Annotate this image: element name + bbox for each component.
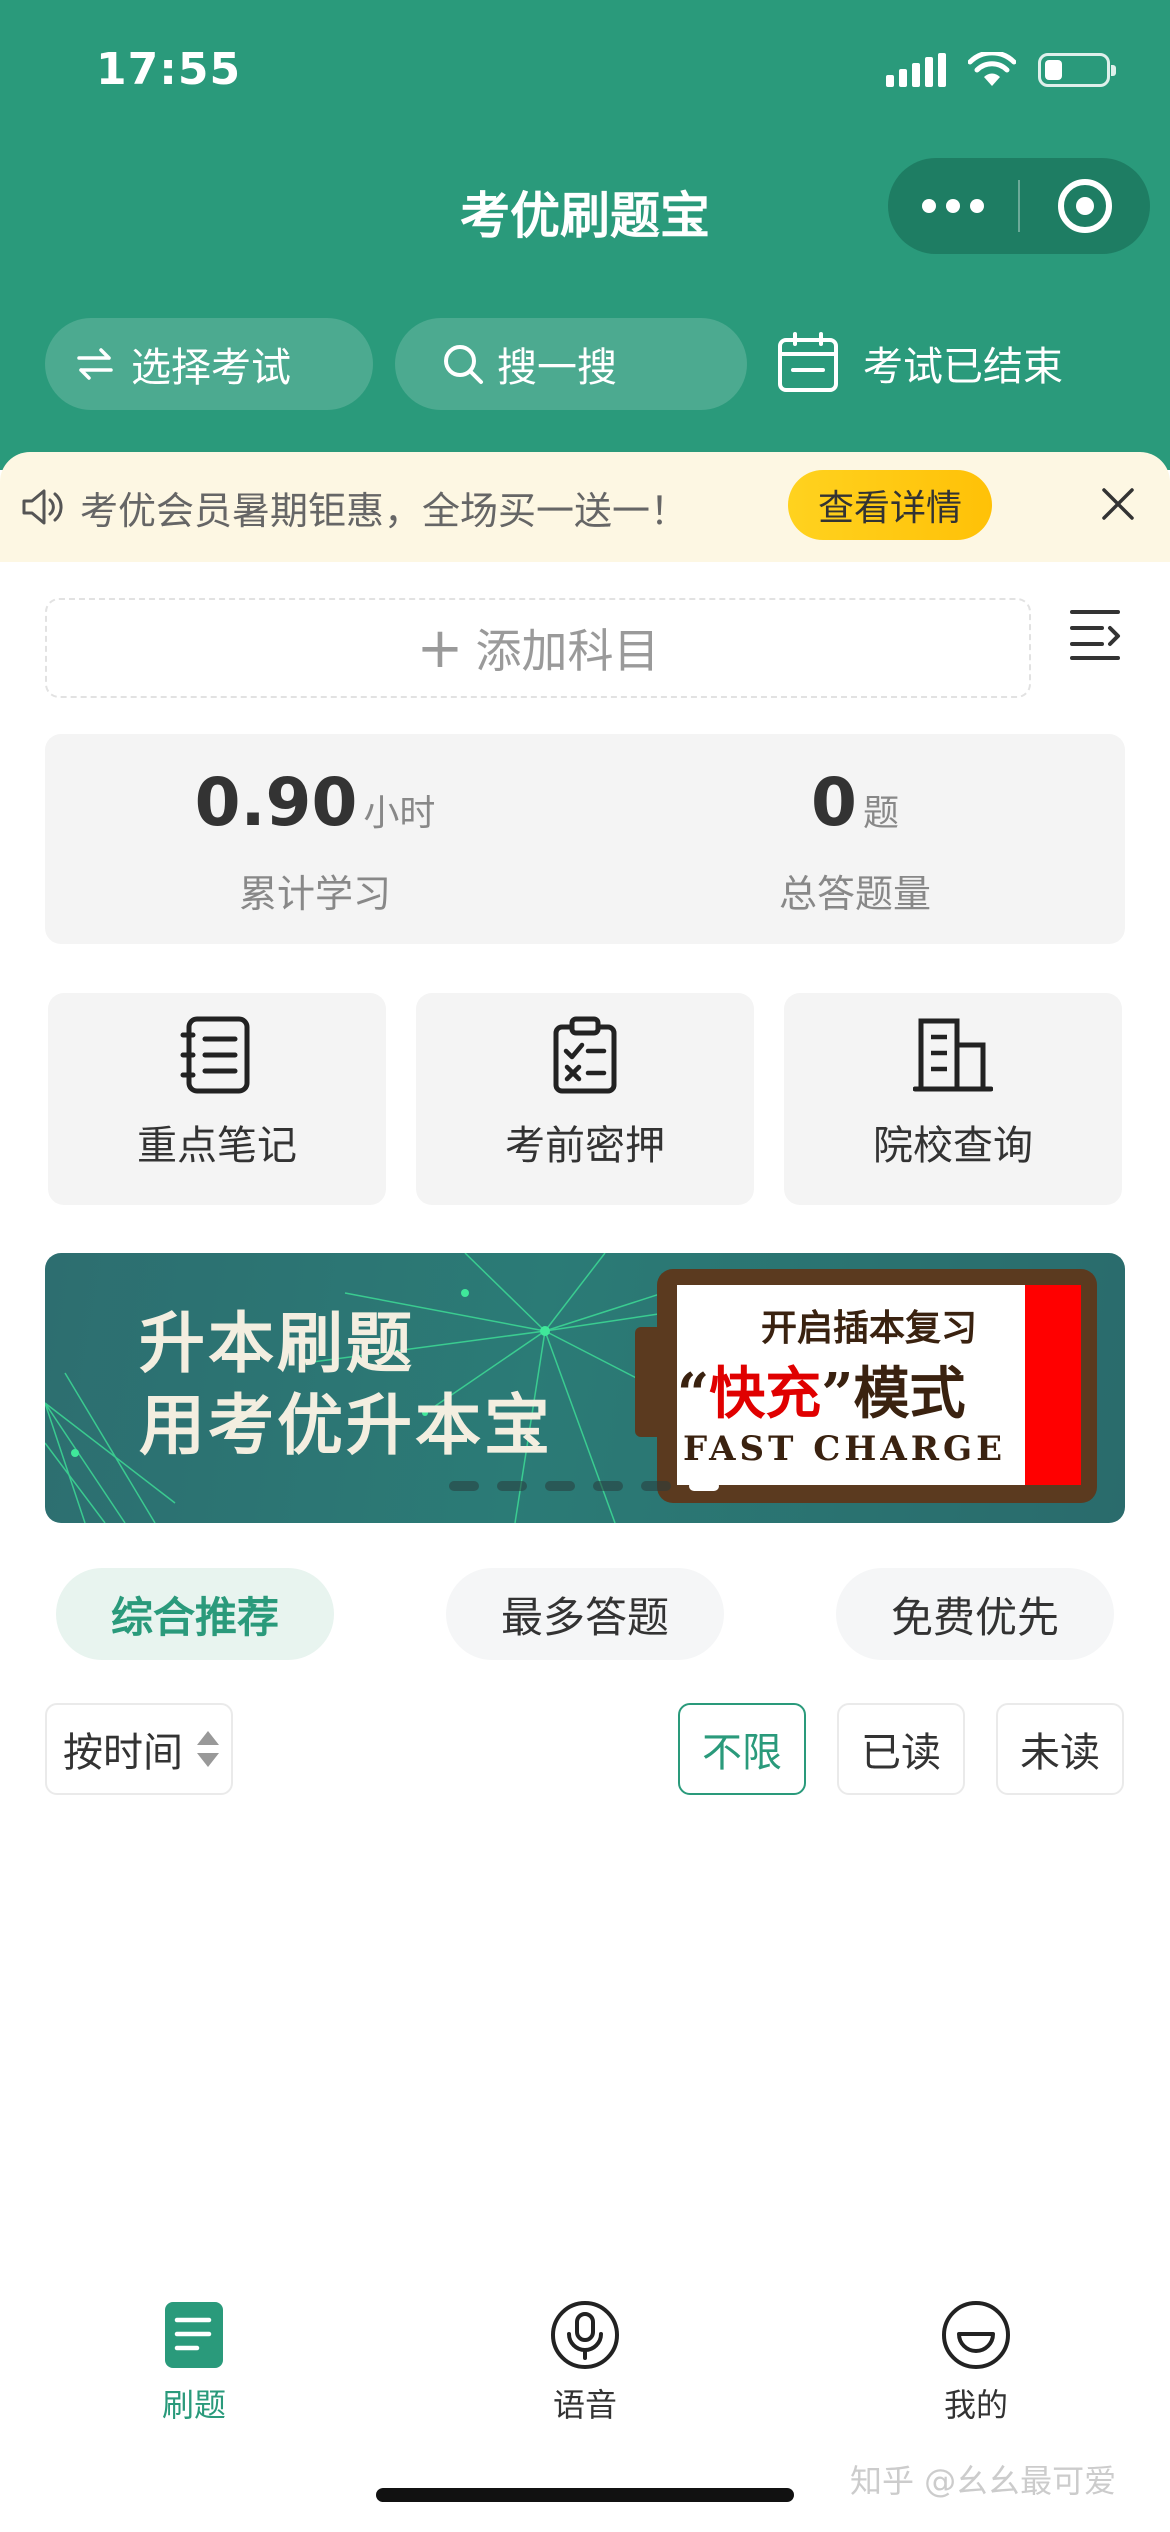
watermark: 知乎 @幺幺最可爱: [850, 2462, 1117, 2500]
exam-status-label: 考试已结束: [863, 344, 1063, 390]
stat-study-time[interactable]: 0.90 小时 累计学习: [45, 734, 585, 944]
carousel-dot-active[interactable]: [689, 1481, 719, 1491]
tab-most-answered[interactable]: 最多答题: [446, 1568, 724, 1660]
tab-label: 语音: [552, 2386, 617, 2424]
tab-label: 刷题: [161, 2386, 226, 2424]
tab-voice[interactable]: 语音: [485, 2300, 685, 2426]
filter-all[interactable]: 不限: [678, 1703, 806, 1795]
notice-bar: 考优会员暑期钜惠，全场买一送一！ 查看详情: [0, 452, 1170, 562]
promo-banner[interactable]: 升本刷题 用考优升本宝 开启插本复习 “快充”模式 FAST CHARGE: [45, 1253, 1125, 1523]
banner-card-mid: “快充”模式: [677, 1349, 965, 1430]
tab-label: 我的: [943, 2386, 1008, 2424]
carousel-dot[interactable]: [449, 1481, 479, 1491]
carousel-dot[interactable]: [545, 1481, 575, 1491]
checklist-icon: [553, 1016, 617, 1094]
search-icon: [444, 345, 483, 384]
carousel-dot[interactable]: [497, 1481, 527, 1491]
sort-label: 按时间: [63, 1730, 183, 1776]
quote-close: ”: [821, 1361, 854, 1427]
stat-unit: 小时: [363, 793, 436, 834]
header: 17:55 考优刷题宝 选择考试 搜一搜 考试已结束: [0, 0, 1170, 470]
notice-detail-button[interactable]: 查看详情: [788, 470, 992, 540]
close-miniprogram-icon[interactable]: [1020, 179, 1150, 233]
stat-value: 0: [811, 764, 857, 841]
quick-action-notes[interactable]: 重点笔记: [48, 993, 386, 1205]
tab-practice[interactable]: 刷题: [94, 2300, 294, 2426]
signal-icon: [886, 53, 946, 87]
microphone-icon: [551, 2301, 619, 2369]
mini-program-capsule: [888, 158, 1150, 254]
quick-action-exam-tips[interactable]: 考前密押: [416, 993, 754, 1205]
quick-action-label: 院校查询: [873, 1123, 1033, 1169]
battery-card: 开启插本复习 “快充”模式 FAST CHARGE: [635, 1269, 1097, 1503]
banner-title-line2: 用考优升本宝: [139, 1387, 553, 1464]
add-subject-button[interactable]: + 添加科目: [45, 598, 1031, 698]
add-subject-label: 添加科目: [475, 624, 660, 678]
home-indicator[interactable]: [376, 2488, 794, 2502]
banner-card-top: 开启插本复习: [761, 1307, 978, 1349]
banner-title: 升本刷题 用考优升本宝: [139, 1303, 553, 1467]
tab-free-first[interactable]: 免费优先: [836, 1568, 1114, 1660]
stat-label: 累计学习: [238, 872, 391, 916]
notice-text: 考优会员暑期钜惠，全场买一送一！: [80, 488, 689, 533]
quick-action-school-search[interactable]: 院校查询: [784, 993, 1122, 1205]
sort-by-time-dropdown[interactable]: 按时间: [45, 1703, 233, 1795]
list-menu-icon[interactable]: [1068, 606, 1122, 662]
status-time: 17:55: [96, 44, 242, 95]
status-icons: [886, 52, 1116, 88]
banner-card-mode: 模式: [853, 1361, 966, 1427]
stat-value: 0.90: [194, 764, 358, 841]
study-stats: 0.90 小时 累计学习 0题 总答题量: [45, 734, 1125, 944]
search-button[interactable]: 搜一搜: [395, 318, 747, 410]
carousel-dot[interactable]: [593, 1481, 623, 1491]
carousel-dots: [449, 1481, 719, 1491]
banner-card-red: 快充: [709, 1361, 822, 1427]
stat-unit: 题: [862, 793, 899, 834]
close-icon[interactable]: [1100, 486, 1136, 522]
tab-recommended[interactable]: 综合推荐: [56, 1568, 334, 1660]
notebook-icon: [180, 1016, 250, 1094]
wifi-icon: [968, 52, 1016, 86]
exam-status[interactable]: 考试已结束: [775, 330, 1063, 396]
building-icon: [913, 1018, 993, 1092]
profile-icon: [942, 2301, 1010, 2369]
select-exam-button[interactable]: 选择考试: [45, 318, 373, 410]
calendar-icon: [778, 332, 838, 392]
swap-icon: [77, 348, 113, 380]
select-exam-label: 选择考试: [131, 345, 291, 391]
quote-open: “: [677, 1361, 710, 1427]
quick-action-label: 考前密押: [505, 1123, 665, 1169]
carousel-dot[interactable]: [641, 1481, 671, 1491]
plus-icon: +: [416, 615, 464, 681]
banner-card-bottom: FAST CHARGE: [683, 1429, 1006, 1469]
filter-unread[interactable]: 未读: [996, 1703, 1124, 1795]
more-icon[interactable]: [888, 199, 1018, 213]
battery-icon: [1038, 53, 1116, 87]
filter-read[interactable]: 已读: [837, 1703, 965, 1795]
banner-title-line1: 升本刷题: [139, 1305, 415, 1382]
speaker-icon: [22, 489, 63, 525]
search-label: 搜一搜: [497, 345, 617, 391]
stat-answered[interactable]: 0题 总答题量: [585, 734, 1125, 944]
quick-action-label: 重点笔记: [137, 1123, 297, 1169]
stat-label: 总答题量: [778, 872, 931, 916]
tab-profile[interactable]: 我的: [876, 2300, 1076, 2426]
sort-arrows-icon: [197, 1731, 219, 1767]
practice-icon: [165, 2302, 223, 2368]
